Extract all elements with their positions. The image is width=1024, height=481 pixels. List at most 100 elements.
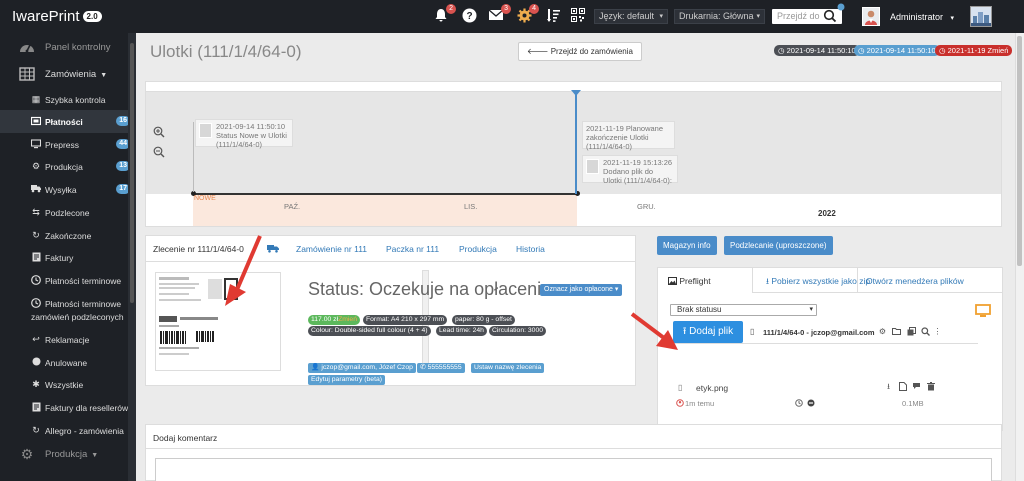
clock-icon — [31, 275, 41, 285]
file-status-select[interactable]: Brak statusu ▾ — [670, 304, 817, 316]
sidebar-item-label: Faktury dla resellerów — [45, 403, 129, 413]
bell-icon[interactable]: 2 — [433, 4, 456, 24]
timeline-event[interactable]: 2021-11-19 Planowane zakończenie Ulotki … — [582, 121, 675, 151]
company-logo[interactable] — [970, 6, 992, 27]
created-date-badge: ◷ 2021-09-14 11:50:10 — [774, 45, 860, 56]
sidebar-item-finished[interactable]: ↻ Zakończone — [0, 224, 136, 247]
zoom-out-icon[interactable] — [152, 146, 165, 159]
search-icon[interactable] — [823, 9, 837, 23]
phone-tag[interactable]: ✆ 555555555 — [417, 363, 465, 373]
annotation-arrow-down — [630, 312, 678, 350]
add-file-button[interactable]: ⭱ Dodaj plik — [673, 321, 743, 343]
download-icon[interactable]: ⭳ — [884, 382, 893, 391]
sidebar-item-allegro-orders[interactable]: ↻ Allegro - zamówienia — [0, 419, 136, 442]
change-price-link[interactable]: Zmień — [338, 316, 357, 323]
goto-search-placeholder: Przejdź do — [777, 11, 820, 21]
copy-icon[interactable] — [907, 327, 916, 336]
circulation-tag: Circulation: 3000 — [489, 326, 547, 336]
monitor-icon[interactable] — [975, 304, 991, 318]
sidebar-item-production[interactable]: ⚙ Produkcja 13 — [0, 155, 136, 178]
comment-icon[interactable] — [912, 382, 921, 391]
event-thumbnail — [586, 159, 599, 174]
download-all-zip-label: Pobierz wszystkie jako zip — [771, 276, 871, 286]
tab-package[interactable]: Paczka nr 111 — [386, 244, 439, 254]
messages-count: 3 — [501, 4, 511, 14]
download-all-zip-link[interactable]: ⭳ Pobierz wszystkie jako zip — [766, 276, 870, 290]
cogs-icon[interactable]: ⚙ — [878, 327, 887, 336]
folder-icon[interactable] — [892, 327, 901, 336]
sidebar-item-all[interactable]: ✱ Wszystkie — [0, 373, 136, 396]
help-icon[interactable]: ? — [461, 8, 477, 24]
download-icon: ⭳ — [766, 276, 769, 286]
file-name[interactable]: etyk.png — [696, 383, 728, 393]
set-job-name-button[interactable]: Ustaw nazwę zlecenia — [471, 363, 545, 373]
dashboard-icon — [19, 40, 35, 55]
subcontract-button[interactable]: Podzlecanie (uproszczone) — [724, 236, 833, 255]
tab-production[interactable]: Produkcja — [459, 244, 497, 254]
search-icon[interactable] — [921, 327, 930, 336]
clock-icon — [31, 298, 41, 308]
timeline-event[interactable]: 2021-09-14 11:50:10 Status Nowe w Ulotki… — [195, 119, 293, 149]
more-vertical-icon[interactable]: ⋮ — [933, 327, 942, 336]
mark-as-paid-button[interactable]: Oznacz jako opłacone ▾ — [540, 284, 623, 296]
sidebar-item-payments[interactable]: Płatności 16 — [0, 110, 136, 133]
sidebar-item-term-payments[interactable]: Płatności terminowe — [0, 269, 136, 292]
order-tabs: Zlecenie nr 111/1/4/64-0 Zamówienie nr 1… — [146, 236, 635, 262]
sidebar-item-label: Podzlecone — [45, 208, 90, 218]
sidebar-item-label: Allegro - zamówienia — [45, 426, 124, 436]
file-size: 0.1MB — [902, 399, 924, 408]
settings-gear-icon[interactable]: 4 — [516, 4, 539, 24]
user-name: Administrator — [890, 12, 944, 22]
customer-contact-tag[interactable]: 👤 jczop@gmail.com, Józef Czop — [308, 363, 416, 373]
caret-down-icon: ▼ — [100, 72, 108, 79]
sidebar-item-production-section[interactable]: ⚙ Produkcja ▼ — [0, 443, 136, 466]
tab-order[interactable]: Zamówienie nr 111 — [296, 244, 367, 254]
trash-icon[interactable] — [926, 382, 935, 391]
sidebar-item-orders[interactable]: Zamówienia ▼ — [0, 63, 136, 86]
language-select[interactable]: Język: default ▾ — [594, 9, 668, 24]
file-upload-time: 1m temu — [685, 399, 715, 408]
sidebar-item-complaints[interactable]: ↩ Reklamacje — [0, 328, 136, 351]
edit-params-button[interactable]: Edytuj parametry (beta) — [308, 375, 386, 385]
file-panel: Preflight ⭳ Pobierz wszystkie jako zip O… — [657, 267, 1003, 431]
user-menu[interactable]: Administrator ▾ — [890, 12, 954, 22]
sidebar-item-reseller-invoices[interactable]: Faktury dla resellerów — [0, 396, 136, 419]
sidebar-item-quick-check[interactable]: ▦ Szybka kontrola — [0, 88, 136, 111]
truck-icon[interactable] — [267, 244, 279, 253]
comment-textarea[interactable] — [155, 458, 992, 481]
price-badge[interactable]: 117.00 złZmień — [308, 315, 360, 325]
open-file-manager-link[interactable]: Otwórz menedżera plików — [866, 276, 964, 286]
file-panel-header: Preflight ⭳ Pobierz wszystkie jako zip O… — [658, 268, 1002, 293]
go-to-order-button[interactable]: 🡐 Przejdź do zamówienia — [518, 42, 642, 61]
sidebar-item-prepress[interactable]: Prepress 44 — [0, 133, 136, 156]
envelope-icon[interactable]: 3 — [488, 4, 511, 24]
sidebar-item-dashboard[interactable]: Panel kontrolny — [0, 36, 136, 59]
sort-icon[interactable] — [546, 8, 562, 24]
order-details-panel: Zlecenie nr 111/1/4/64-0 Zamówienie nr 1… — [145, 235, 636, 386]
document-icon[interactable] — [898, 382, 907, 391]
sidebar-item-cancelled[interactable]: Anulowane — [0, 351, 136, 374]
user-avatar[interactable] — [862, 7, 880, 26]
qr-code-icon[interactable] — [570, 8, 586, 24]
brand-logo[interactable]: IwarePrint 2.0 — [12, 8, 102, 25]
sidebar-item-label-line2: zamówień podzleconych — [31, 312, 124, 322]
sidebar-item-term-payments-subcontracted[interactable]: Płatności terminowe zamówień podzleconyc… — [0, 292, 136, 326]
minus-circle-icon[interactable] — [807, 399, 815, 407]
tab-history[interactable]: Historia — [516, 244, 545, 254]
sidebar-item-invoices[interactable]: Faktury — [0, 246, 136, 269]
timeline-event-line — [193, 122, 194, 192]
sidebar-item-subcontracted[interactable]: ⇆ Podzlecone — [0, 201, 136, 224]
language-select-value: Język: default — [599, 11, 655, 21]
printer-select[interactable]: Drukarnia: Główna ▾ — [674, 9, 765, 24]
warehouse-info-button[interactable]: Magazyn info — [657, 236, 717, 255]
tab-preflight[interactable]: Preflight — [658, 268, 753, 293]
timeline-month: PAŹ. — [284, 202, 301, 211]
timeline-event[interactable]: 2021-11-19 15:13:26 Dodano plik do Ulotk… — [582, 155, 678, 185]
sidebar-scrollbar-thumb[interactable] — [130, 43, 134, 303]
sidebar-item-label: Płatności — [45, 117, 83, 127]
page-scrollbar-thumb[interactable] — [1017, 36, 1022, 266]
zoom-in-icon[interactable] — [152, 126, 165, 139]
deadline-date-badge[interactable]: ◷ 2021-11-19 Zmień — [935, 45, 1013, 56]
sidebar-item-shipping[interactable]: Wysyłka 17 — [0, 178, 136, 201]
order-timeline[interactable]: NOWE PAŹ. LIS. GRU. 2022 2021-09-14 11:5… — [145, 81, 1002, 227]
